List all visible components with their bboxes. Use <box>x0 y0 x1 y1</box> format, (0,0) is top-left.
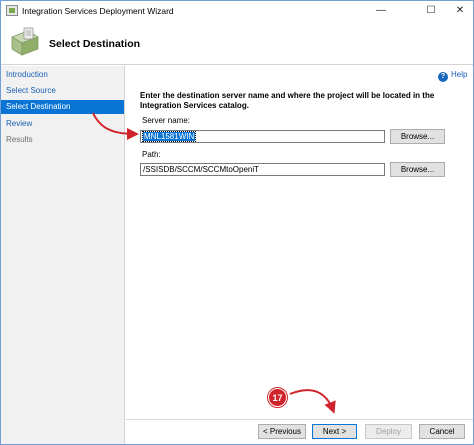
maximize-icon[interactable]: ☐ <box>418 1 444 21</box>
nav-item-results: Results <box>6 135 33 144</box>
app-icon <box>6 5 18 16</box>
step-number-badge: 17 <box>268 388 287 407</box>
window-title: Integration Services Deployment Wizard <box>22 6 174 16</box>
instruction-text: Enter the destination server name and wh… <box>140 91 435 110</box>
nav-item-introduction[interactable]: Introduction <box>1 68 124 82</box>
server-name-input[interactable]: MNL1581WIN <box>140 130 385 143</box>
server-name-label: Server name: <box>142 116 191 125</box>
nav-item-select-destination[interactable]: Select Destination <box>1 100 124 114</box>
page-header: Select Destination <box>1 21 473 65</box>
path-label: Path: <box>142 150 161 159</box>
title-bar: Integration Services Deployment Wizard —… <box>1 1 473 21</box>
wizard-window: Integration Services Deployment Wizard —… <box>0 0 474 445</box>
server-name-value: MNL1581WIN <box>141 131 197 142</box>
path-input[interactable]: /SSISDB/SCCM/SCCMtoOpeniT <box>140 163 385 176</box>
cancel-button[interactable]: Cancel <box>419 424 465 439</box>
page-title: Select Destination <box>49 38 141 50</box>
next-button[interactable]: Next > <box>312 424 357 439</box>
path-browse-button[interactable]: Browse... <box>390 162 445 177</box>
nav-item-review[interactable]: Review <box>1 117 124 131</box>
wizard-nav: Introduction Select Source Select Destin… <box>1 66 125 444</box>
nav-item-select-source[interactable]: Select Source <box>1 84 124 98</box>
help-icon: ? <box>438 72 448 82</box>
main-panel: ? Help Enter the destination server name … <box>126 66 473 419</box>
close-icon[interactable]: ✕ <box>447 1 473 21</box>
footer-divider <box>126 419 473 420</box>
wizard-page-icon <box>11 27 39 56</box>
previous-button[interactable]: < Previous <box>258 424 306 439</box>
server-browse-button[interactable]: Browse... <box>390 129 445 144</box>
minimize-icon[interactable]: — <box>368 1 394 21</box>
path-value: /SSISDB/SCCM/SCCMtoOpeniT <box>143 165 260 174</box>
help-link[interactable]: ? Help <box>438 70 467 82</box>
deploy-button: Deploy <box>365 424 412 439</box>
help-label: Help <box>451 70 468 79</box>
